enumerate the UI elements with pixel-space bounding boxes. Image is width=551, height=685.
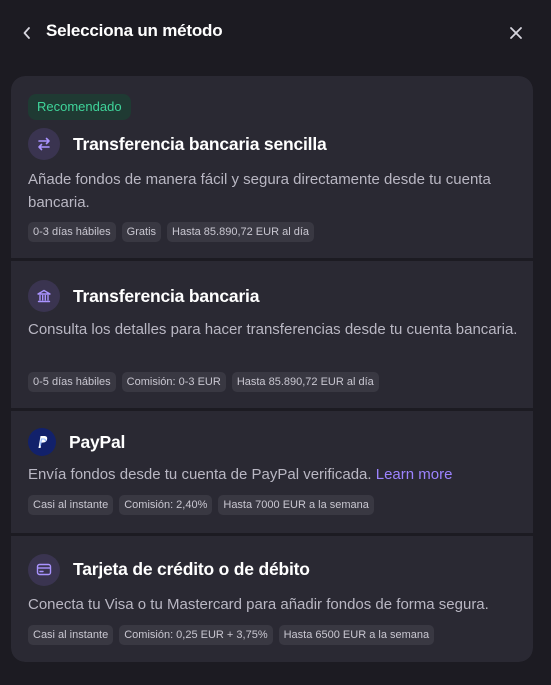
method-tags: 0-3 días hábiles Gratis Hasta 85.890,72 … — [28, 222, 314, 242]
method-paypal[interactable]: PayPal Envía fondos desde tu cuenta de P… — [11, 411, 533, 533]
method-tags: 0-5 días hábiles Comisión: 0-3 EUR Hasta… — [28, 372, 379, 393]
fee-tag: Comisión: 0-3 EUR — [121, 372, 226, 393]
method-bank-transfer[interactable]: Transferencia bancaria Consulta los deta… — [11, 261, 533, 409]
limit-tag: Hasta 6500 EUR a la semana — [278, 624, 435, 645]
method-tags: Casi al instante Comisión: 0,25 EUR + 3,… — [28, 624, 435, 645]
bank-icon — [28, 280, 60, 313]
limit-tag: Hasta 85.890,72 EUR al día — [231, 372, 379, 393]
credit-card-icon — [28, 553, 60, 586]
method-header: Tarjeta de crédito o de débito — [28, 553, 310, 586]
paypal-icon — [28, 428, 56, 457]
method-header: PayPal — [28, 428, 126, 457]
method-tags: Casi al instante Comisión: 2,40% Hasta 7… — [28, 495, 374, 516]
method-header: Transferencia bancaria — [28, 280, 260, 313]
chevron-left-icon — [23, 27, 30, 39]
processing-time-tag: 0-5 días hábiles — [28, 372, 116, 393]
method-title: PayPal — [69, 431, 126, 452]
method-description-text: Envía fondos desde tu cuenta de PayPal v… — [28, 466, 372, 484]
method-title: Transferencia bancaria — [73, 285, 260, 306]
processing-time-tag: 0-3 días hábiles — [28, 222, 116, 242]
method-description: Envía fondos desde tu cuenta de PayPal v… — [28, 463, 519, 486]
limit-tag: Hasta 7000 EUR a la semana — [218, 495, 374, 516]
method-description: Conecta tu Visa o tu Mastercard para aña… — [28, 595, 489, 613]
payment-method-modal: Selecciona un método Recomendado Transfe… — [0, 0, 551, 685]
page-title: Selecciona un método — [46, 21, 223, 40]
learn-more-link[interactable]: Learn more — [376, 466, 453, 483]
back-button[interactable] — [16, 22, 38, 44]
fee-tag: Comisión: 0,25 EUR + 3,75% — [119, 624, 273, 645]
fee-tag: Comisión: 2,40% — [119, 495, 213, 516]
method-description: Añade fondos de manera fácil y segura di… — [28, 171, 491, 211]
arrows-exchange-icon — [28, 128, 60, 160]
method-title: Tarjeta de crédito o de débito — [73, 559, 310, 580]
recommended-badge: Recomendado — [28, 94, 131, 120]
processing-time-tag: Casi al instante — [28, 495, 114, 516]
limit-tag: Hasta 85.890,72 EUR al día — [167, 222, 314, 242]
modal-header: Selecciona un método — [0, 0, 551, 66]
close-button[interactable] — [505, 22, 527, 44]
close-icon — [510, 27, 522, 39]
payment-method-list: Recomendado Transferencia bancaria senci… — [11, 76, 533, 662]
method-title: Transferencia bancaria sencilla — [73, 133, 327, 154]
method-credit-card[interactable]: Tarjeta de crédito o de débito Conecta t… — [11, 535, 533, 662]
method-simple-bank-transfer[interactable]: Recomendado Transferencia bancaria senci… — [11, 76, 533, 259]
fee-tag: Gratis — [121, 222, 162, 242]
method-description: Consulta los detalles para hacer transfe… — [28, 321, 518, 339]
method-header: Transferencia bancaria sencilla — [28, 128, 327, 160]
processing-time-tag: Casi al instante — [28, 624, 114, 645]
